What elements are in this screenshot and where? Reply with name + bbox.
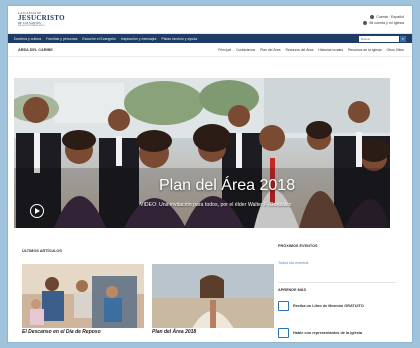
latest-articles-label: ÚLTIMOS ARTÍCULOS — [22, 249, 62, 253]
hero-banner[interactable]: Plan del Área 2018 VIDEO: Una invitación… — [14, 78, 390, 228]
learn-item-chat[interactable]: Hable con representantes de la Iglesia — [278, 328, 362, 338]
church-logo[interactable]: LA IGLESIA DE JESUCRISTO DE LOS SANTOS D… — [18, 11, 65, 28]
upcoming-events-label: PRÓXIMOS EVENTOS — [278, 244, 318, 248]
account-link[interactable]: Mi cuenta y mi Iglesia — [363, 20, 404, 25]
latest-articles: El Descanso en el Día de Reposo Plan del… — [14, 264, 274, 336]
subnav-item-recursos-area[interactable]: Recursos del Área — [286, 48, 314, 52]
article-image-christ — [152, 264, 274, 336]
learn-item-label: Hable con representantes de la Iglesia — [293, 331, 363, 335]
nav-item-inspiracion[interactable]: Inspiración y mensajes — [121, 37, 157, 41]
play-icon[interactable] — [30, 204, 44, 218]
main-nav: Doctrina y cultura Familias y personas E… — [8, 34, 412, 43]
subnav-item-otros[interactable]: Otros Sitios — [386, 48, 404, 52]
nav-item-doctrina[interactable]: Doctrina y cultura — [14, 37, 41, 41]
globe-icon — [370, 14, 375, 19]
header-links: Cuenta · Español Mi cuenta y mi Iglesia — [363, 14, 404, 25]
account-link-label: Mi cuenta y mi Iglesia — [369, 20, 404, 25]
user-icon — [363, 20, 368, 25]
subnav-item-principal[interactable]: Principal — [218, 48, 231, 52]
hero-subtitle[interactable]: VIDEO: Una invitación para todos, por el… — [140, 202, 291, 208]
language-link[interactable]: Cuenta · Español — [370, 14, 404, 19]
learn-item-book[interactable]: Reciba un Libro de Mormón GRATUITO — [278, 301, 364, 311]
subnav-item-historias[interactable]: Historias locales — [318, 48, 343, 52]
search-input[interactable] — [359, 35, 399, 42]
sidebar-divider — [278, 282, 396, 283]
all-events-link[interactable]: Todos los eventos — [278, 261, 308, 265]
search-button[interactable]: ⌕ — [400, 35, 406, 42]
site-header: LA IGLESIA DE JESUCRISTO DE LOS SANTOS D… — [8, 6, 412, 34]
article-card-descanso[interactable]: El Descanso en el Día de Reposo — [22, 264, 144, 336]
area-subnav: ÁREA DEL CARIBE Principal Contáctenos Pl… — [8, 43, 412, 57]
nav-item-evangelio[interactable]: Escuche el Evangelio — [82, 37, 115, 41]
language-link-label: Cuenta · Español — [376, 14, 404, 19]
subnav-item-recursos-iglesia[interactable]: Recursos de la Iglesia — [348, 48, 381, 52]
area-title[interactable]: ÁREA DEL CARIBE — [18, 48, 53, 52]
article-caption[interactable]: El Descanso en el Día de Reposo — [22, 328, 144, 336]
subnav-item-plan[interactable]: Plan del Área — [260, 48, 280, 52]
book-icon — [278, 301, 289, 311]
article-image-family — [22, 264, 144, 336]
nav-item-familias[interactable]: Familias y personas — [46, 37, 77, 41]
nav-item-servicio[interactable]: Pistas servicio y ayuda — [161, 37, 197, 41]
subnav-item-contactenos[interactable]: Contáctenos — [236, 48, 255, 52]
article-caption[interactable]: Plan del Área 2018 — [152, 328, 274, 336]
logo-line-4: DE LOS ÚLTIMOS DÍAS — [18, 23, 45, 27]
search-icon: ⌕ — [401, 36, 405, 41]
article-card-plan[interactable]: Plan del Área 2018 — [152, 264, 274, 336]
learn-more-label: APRENDE MÁS — [278, 288, 307, 292]
chat-icon — [278, 328, 289, 338]
hero-title[interactable]: Plan del Área 2018 — [159, 177, 295, 195]
learn-item-label: Reciba un Libro de Mormón GRATUITO — [293, 304, 364, 308]
